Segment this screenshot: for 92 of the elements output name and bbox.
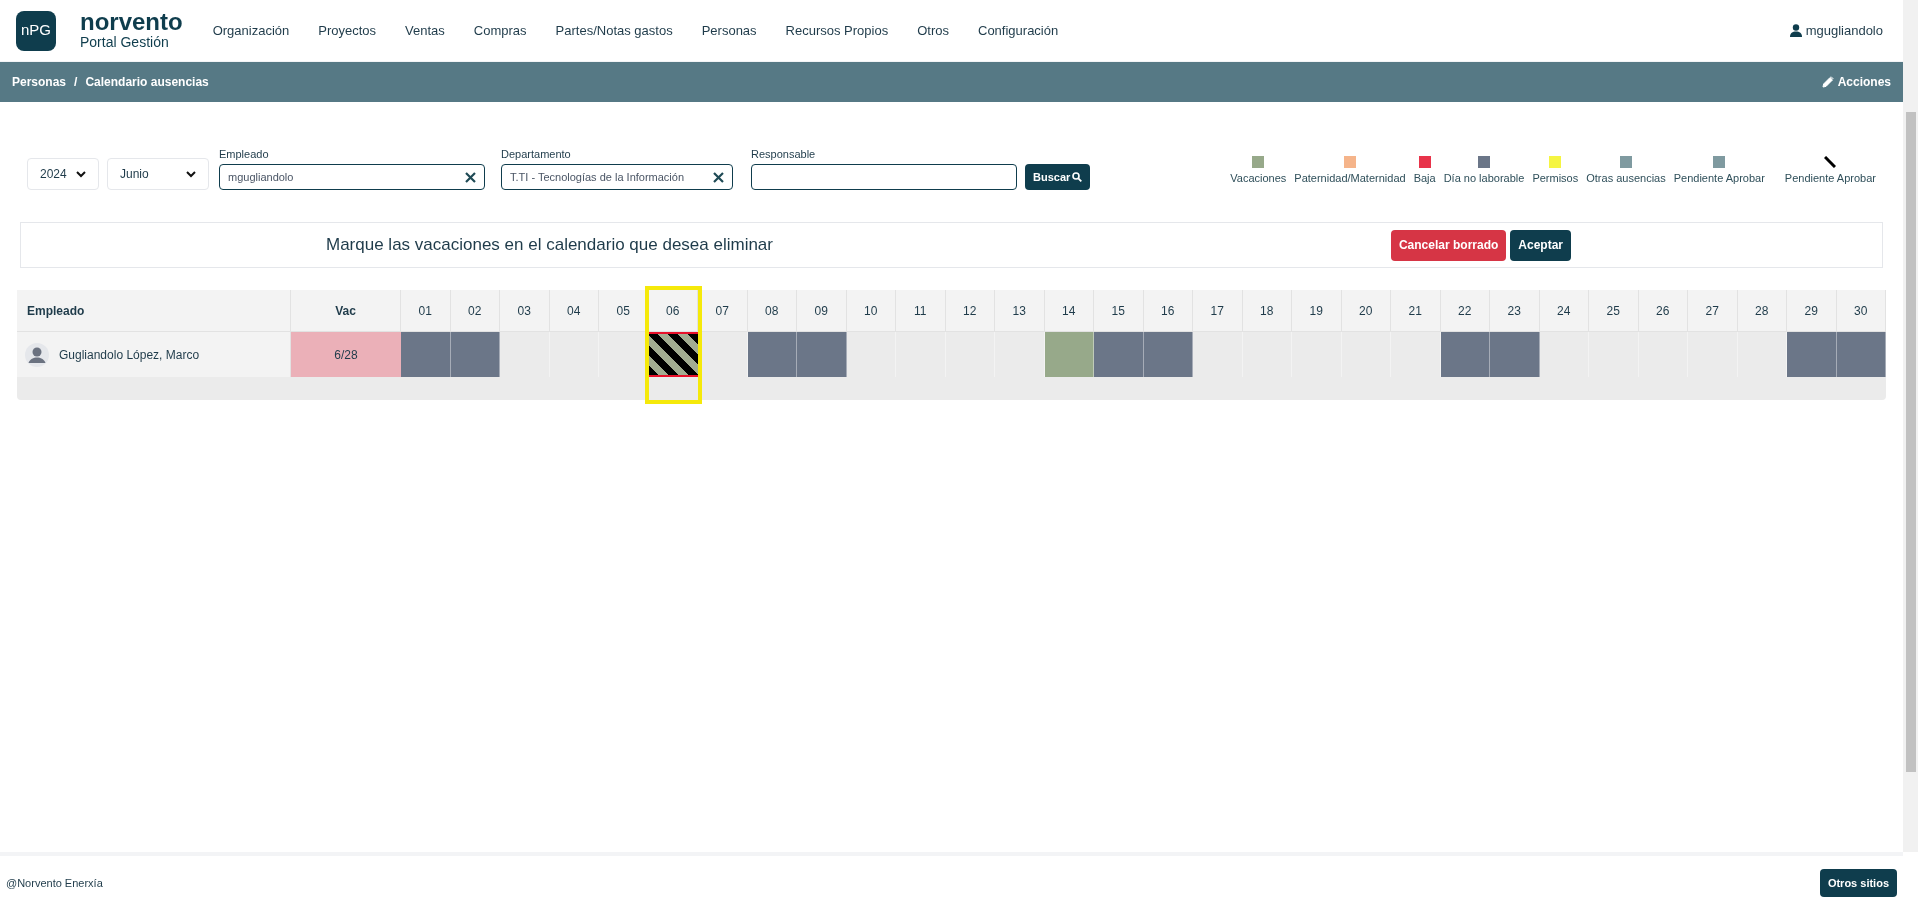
day-header[interactable]: 24: [1539, 290, 1589, 332]
day-header[interactable]: 06: [648, 290, 698, 332]
day-header[interactable]: 13: [995, 290, 1045, 332]
non-working-day-cell[interactable]: [797, 332, 847, 377]
day-header[interactable]: 12: [945, 290, 995, 332]
nav-link[interactable]: Otros: [917, 20, 949, 41]
column-header: Empleado: [17, 290, 291, 332]
search-button[interactable]: Buscar: [1025, 164, 1091, 190]
legend-label: Pendiente Aprobar: [1784, 170, 1876, 186]
legend-label: Día no laborable: [1443, 170, 1525, 186]
day-header[interactable]: 18: [1242, 290, 1292, 332]
nav-link[interactable]: Ventas: [405, 20, 445, 41]
employee-field[interactable]: mgugliandolo: [219, 164, 485, 190]
day-header[interactable]: 14: [1044, 290, 1094, 332]
striped-swatch-icon: [1824, 155, 1837, 168]
day-header[interactable]: 17: [1193, 290, 1243, 332]
nav-link[interactable]: Recursos Propios: [785, 20, 889, 41]
non-working-day-cell[interactable]: [450, 332, 500, 377]
pending-day-cell[interactable]: [648, 332, 698, 377]
copyright-text: @Norvento Enerxía: [6, 875, 103, 891]
non-working-day-cell[interactable]: [747, 332, 797, 377]
vacation-count: 6/28: [291, 332, 401, 377]
clear-icon[interactable]: [713, 171, 724, 183]
day-header[interactable]: 19: [1292, 290, 1342, 332]
department-field[interactable]: T.TI - Tecnologías de la Información: [501, 164, 733, 190]
legend-label: Permisos: [1532, 170, 1579, 186]
actions-button[interactable]: Acciones: [1821, 73, 1891, 91]
nav-link[interactable]: Proyectos: [318, 20, 377, 41]
month-select[interactable]: Junio: [107, 158, 209, 190]
day-header[interactable]: 30: [1836, 290, 1886, 332]
nav-link[interactable]: Configuración: [978, 20, 1059, 41]
nav-link[interactable]: Personas: [701, 20, 757, 41]
day-header[interactable]: 27: [1688, 290, 1738, 332]
day-header[interactable]: 23: [1490, 290, 1540, 332]
year-select[interactable]: 2024: [27, 158, 99, 190]
day-header[interactable]: 22: [1440, 290, 1490, 332]
day-header[interactable]: 28: [1737, 290, 1787, 332]
non-working-day-cell[interactable]: [1143, 332, 1193, 377]
day-header[interactable]: 26: [1638, 290, 1688, 332]
day-header[interactable]: 20: [1341, 290, 1391, 332]
day-header[interactable]: 10: [846, 290, 896, 332]
logo-badge[interactable]: nPG: [16, 10, 56, 51]
field-label: Empleado: [219, 146, 270, 162]
legend-label: Pendiente Aprobar: [1673, 170, 1765, 186]
day-header[interactable]: 29: [1787, 290, 1837, 332]
non-working-day-cell[interactable]: [1440, 332, 1490, 377]
user-icon: [1789, 24, 1802, 37]
chevron-down-icon: [186, 170, 196, 178]
nav-link[interactable]: Partes/Notas gastos: [555, 20, 673, 41]
day-header[interactable]: 25: [1589, 290, 1639, 332]
non-working-day-cell[interactable]: [1836, 332, 1886, 377]
nav-link[interactable]: Organización: [212, 20, 290, 41]
breadcrumb-link[interactable]: Calendario ausencias: [85, 73, 209, 91]
cancel-delete-button[interactable]: Cancelar borrado: [1390, 229, 1507, 261]
day-header[interactable]: 11: [896, 290, 946, 332]
day-header[interactable]: 04: [549, 290, 599, 332]
non-working-day-cell[interactable]: [401, 332, 451, 377]
day-header[interactable]: 03: [500, 290, 550, 332]
pencil-icon: [1821, 76, 1834, 88]
day-header[interactable]: 21: [1391, 290, 1441, 332]
chevron-down-icon: [76, 170, 86, 178]
user-name[interactable]: mgugliandolo: [1805, 20, 1883, 41]
search-icon: [1072, 172, 1083, 182]
day-header[interactable]: 16: [1143, 290, 1193, 332]
nav-link[interactable]: Compras: [473, 20, 527, 41]
brand-subtitle: Portal Gestión: [80, 33, 170, 52]
legend-label: Paternidad/Maternidad: [1294, 170, 1406, 186]
vacation-day-cell[interactable]: [1044, 332, 1094, 377]
clear-icon[interactable]: [465, 171, 476, 183]
manager-field[interactable]: [751, 164, 1017, 190]
notice-message: Marque las vacaciones en el calendario que desea eliminar: [326, 234, 773, 257]
legend-label: Baja: [1413, 170, 1436, 186]
day-header[interactable]: 01: [401, 290, 451, 332]
non-working-day-cell[interactable]: [1787, 332, 1837, 377]
breadcrumb-link[interactable]: Personas: [12, 73, 67, 91]
accept-button[interactable]: Aceptar: [1510, 229, 1571, 261]
day-header[interactable]: 09: [797, 290, 847, 332]
column-header: Vac: [291, 290, 401, 332]
brand-name: norvento: [80, 9, 183, 34]
day-header[interactable]: 15: [1094, 290, 1144, 332]
non-working-day-cell[interactable]: [1094, 332, 1144, 377]
field-label: Departamento: [501, 146, 572, 162]
other-sites-button[interactable]: Otros sitios: [1819, 869, 1897, 897]
avatar-icon: [25, 342, 49, 367]
legend-label: Vacaciones: [1230, 170, 1287, 186]
field-label: Responsable: [751, 146, 817, 162]
breadcrumb-separator: /: [74, 74, 78, 91]
day-header[interactable]: 02: [450, 290, 500, 332]
day-header[interactable]: 08: [747, 290, 797, 332]
scrollbar[interactable]: [1903, 0, 1918, 852]
non-working-day-cell[interactable]: [1490, 332, 1540, 377]
legend-label: Otras ausencias: [1586, 170, 1666, 186]
